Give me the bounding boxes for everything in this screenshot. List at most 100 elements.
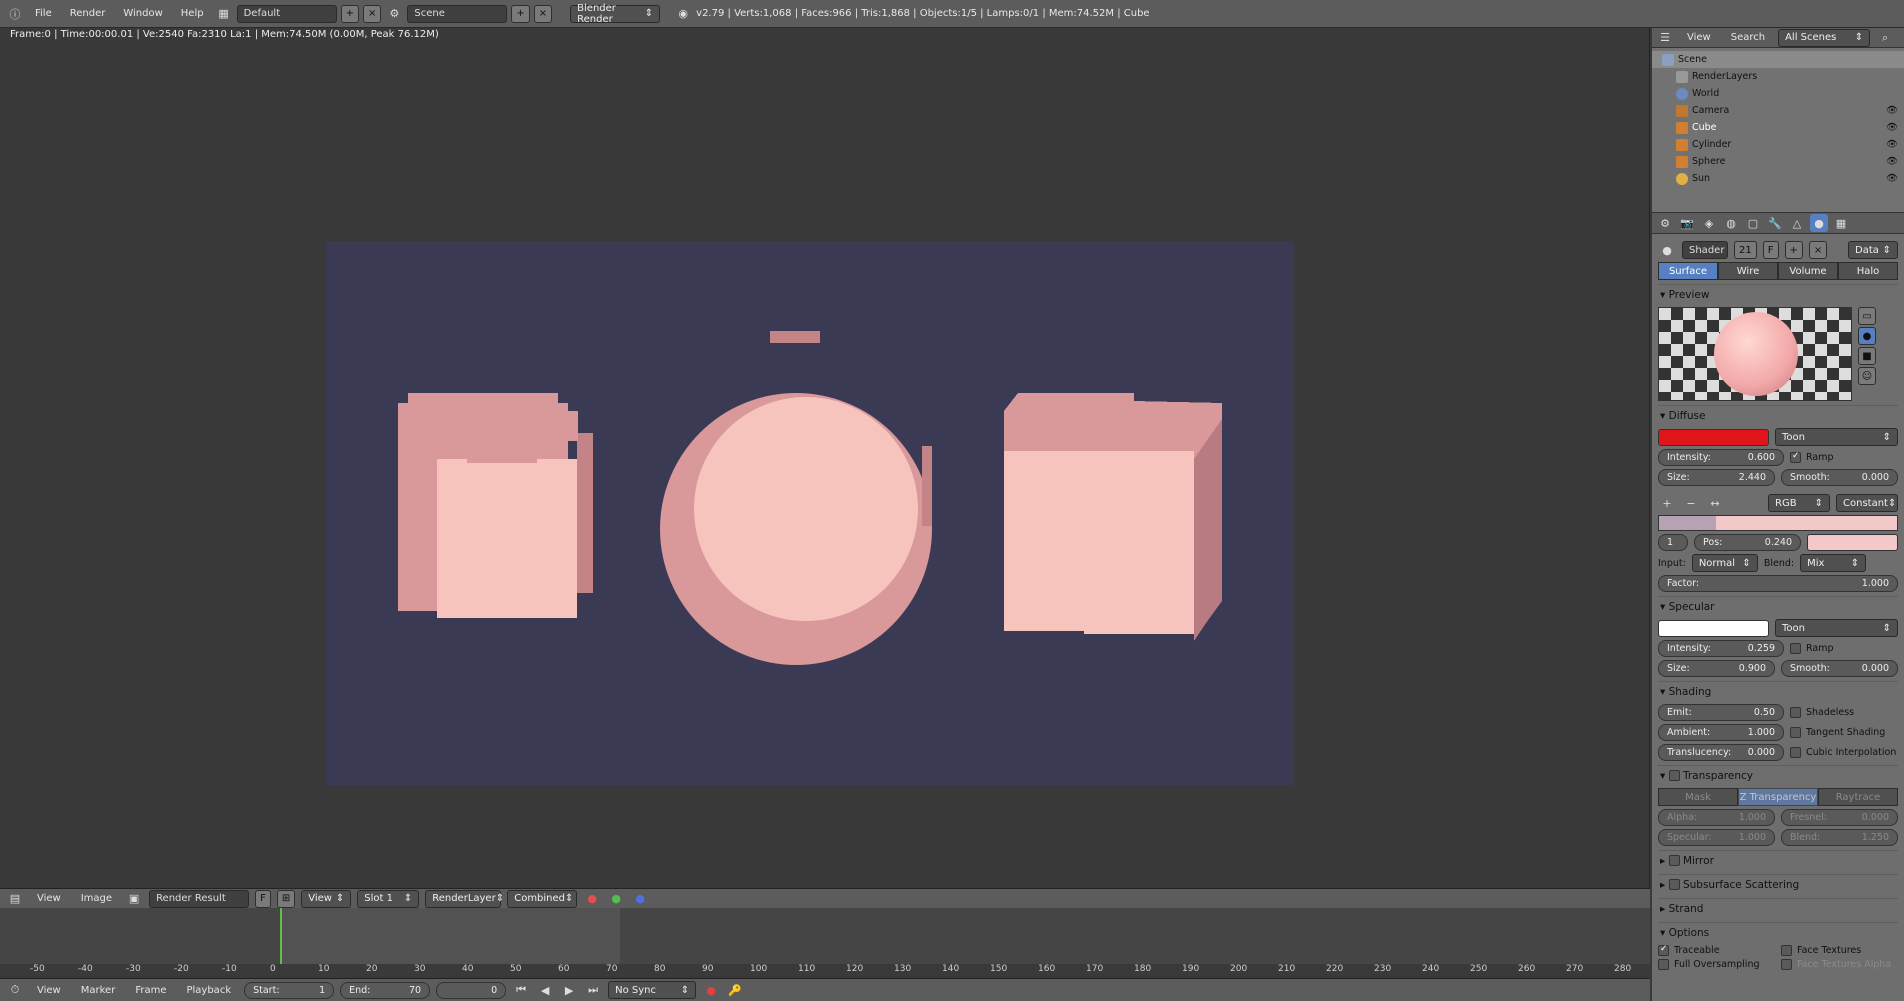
scene-tab-icon[interactable]: ◈ — [1700, 214, 1718, 232]
keying-set-icon[interactable]: 🔑 — [726, 981, 744, 999]
diffuse-size-field[interactable]: Size: 2.440 — [1658, 469, 1775, 486]
diffuse-smooth-field[interactable]: Smooth: 0.000 — [1781, 469, 1898, 486]
users-count[interactable]: 21 — [1734, 241, 1757, 259]
ramp-factor-field[interactable]: Factor: 1.000 — [1658, 575, 1898, 592]
info-editor-icon[interactable]: ⓘ — [6, 5, 24, 23]
outliner-item-scene[interactable]: Scene — [1652, 51, 1904, 68]
ramp-stop-color[interactable] — [1807, 534, 1898, 551]
preview-cube-icon[interactable]: ■ — [1858, 347, 1876, 365]
specular-intensity-field[interactable]: Intensity: 0.259 — [1658, 640, 1784, 657]
outliner-item-cube[interactable]: Cube 👁 — [1652, 119, 1904, 136]
timeline-editor-icon[interactable]: ⏱ — [6, 981, 24, 999]
transparency-panel-header[interactable]: ▾ Transparency — [1658, 765, 1898, 785]
view-mode-dropdown[interactable]: View ⇕ — [301, 889, 352, 908]
tl-menu-playback[interactable]: Playback — [179, 985, 238, 996]
editor-type-icon[interactable]: ▤ — [6, 890, 24, 908]
flip-ramp-icon[interactable]: ↔ — [1706, 494, 1724, 512]
diffuse-intensity-field[interactable]: Intensity: 0.600 — [1658, 449, 1784, 466]
fake-user-button[interactable]: F — [255, 889, 271, 908]
tab-halo[interactable]: Halo — [1838, 262, 1898, 280]
diffuse-ramp-checkbox[interactable]: Ramp — [1790, 451, 1898, 463]
outliner-menu-view[interactable]: View — [1680, 32, 1718, 43]
layout-field[interactable]: Default — [236, 4, 337, 23]
menu-window[interactable]: Window — [116, 8, 169, 19]
add-stop-icon[interactable]: + — [1658, 494, 1676, 512]
jump-end-icon[interactable]: ⏭ — [584, 981, 602, 999]
options-panel-header[interactable]: ▾ Options — [1658, 922, 1898, 942]
play-reverse-icon[interactable]: ◀ — [536, 981, 554, 999]
material-name-field[interactable]: Shader — [1682, 241, 1728, 259]
material-fake-user-button[interactable]: F — [1762, 241, 1779, 259]
outliner-item-sphere[interactable]: Sphere 👁 — [1652, 153, 1904, 170]
diffuse-panel-header[interactable]: ▾ Diffuse — [1658, 405, 1898, 425]
image-options-button[interactable]: ⊞ — [276, 889, 296, 908]
shading-panel-header[interactable]: ▾ Shading — [1658, 681, 1898, 701]
tl-menu-view[interactable]: View — [30, 985, 68, 996]
outliner-item-cylinder[interactable]: Cylinder 👁 — [1652, 136, 1904, 153]
visibility-eye-icon[interactable]: 👁 — [1886, 105, 1898, 116]
scene-field[interactable]: Scene — [407, 4, 508, 23]
specular-color-swatch[interactable] — [1658, 619, 1769, 637]
outliner-search-icon[interactable]: ⌕ — [1876, 29, 1894, 47]
preview-sphere-icon[interactable]: ● — [1858, 327, 1876, 345]
current-frame-marker[interactable] — [280, 908, 282, 968]
ambient-field[interactable]: Ambient: 1.000 — [1658, 724, 1784, 741]
render-engine-dropdown[interactable]: Blender Render ⇕ — [570, 3, 661, 25]
material-tab-icon[interactable]: ● — [1810, 214, 1828, 232]
ramp-input-dropdown[interactable]: Normal ⇕ — [1691, 554, 1758, 572]
outliner-item-world[interactable]: World — [1652, 85, 1904, 102]
traceable-checkbox[interactable]: Traceable — [1658, 944, 1775, 956]
diffuse-shader-dropdown[interactable]: Toon ⇕ — [1775, 428, 1898, 446]
timeline-area[interactable] — [0, 908, 1650, 968]
transparency-blend-field[interactable]: Blend: 1.250 — [1781, 829, 1898, 846]
channel-red-icon[interactable]: ● — [583, 890, 601, 908]
cubic-interpolation-checkbox[interactable]: Cubic Interpolation — [1790, 747, 1898, 758]
tl-menu-marker[interactable]: Marker — [74, 985, 123, 996]
slot-dropdown[interactable]: Slot 1 ⇕ — [357, 889, 420, 908]
play-icon[interactable]: ▶ — [560, 981, 578, 999]
outliner-filter-dropdown[interactable]: All Scenes ⇕ — [1778, 28, 1871, 47]
new-material-button[interactable]: + — [1784, 241, 1803, 259]
sync-dropdown[interactable]: No Sync ⇕ — [608, 981, 697, 999]
transparency-specular-field[interactable]: Specular: 1.000 — [1658, 829, 1775, 846]
specular-smooth-field[interactable]: Smooth: 0.000 — [1781, 660, 1898, 677]
pass-dropdown[interactable]: Combined ⇕ — [507, 889, 578, 908]
image-name-field[interactable]: Render Result — [149, 889, 250, 908]
fresnel-field[interactable]: Fresnel: 0.000 — [1781, 809, 1898, 826]
visibility-eye-icon[interactable]: 👁 — [1886, 156, 1898, 167]
tab-volume[interactable]: Volume — [1778, 262, 1838, 280]
ramp-blend-dropdown[interactable]: Mix ⇕ — [1800, 554, 1867, 572]
texture-tab-icon[interactable]: ▦ — [1832, 214, 1850, 232]
preview-monkey-icon[interactable]: ☺ — [1858, 367, 1876, 385]
add-layout-button[interactable]: + — [340, 4, 359, 23]
visibility-eye-icon[interactable]: 👁 — [1886, 139, 1898, 150]
screen-layout-icon[interactable]: ▦ — [215, 5, 233, 23]
emit-field[interactable]: Emit: 0.50 — [1658, 704, 1784, 721]
transparency-mask-tab[interactable]: Mask — [1658, 788, 1738, 806]
ramp-pos-field[interactable]: Pos: 0.240 — [1694, 534, 1801, 551]
ramp-interpolation-dropdown[interactable]: Constant ⇕ — [1836, 494, 1898, 512]
sss-panel-header[interactable]: ▸ Subsurface Scattering — [1658, 874, 1898, 894]
translucency-field[interactable]: Translucency: 0.000 — [1658, 744, 1784, 761]
ramp-stop-index[interactable]: 1 — [1658, 534, 1688, 551]
color-ramp[interactable] — [1658, 515, 1898, 531]
menu-image[interactable]: Image — [74, 893, 119, 904]
preview-flat-icon[interactable]: ▭ — [1858, 307, 1876, 325]
specular-ramp-checkbox[interactable]: Ramp — [1790, 643, 1898, 654]
scene-icon[interactable]: ⚙ — [385, 5, 403, 23]
specular-panel-header[interactable]: ▾ Specular — [1658, 596, 1898, 616]
link-dropdown[interactable]: Data ⇕ — [1848, 241, 1898, 259]
shadeless-checkbox[interactable]: Shadeless — [1790, 707, 1898, 718]
image-browse-icon[interactable]: ▣ — [125, 890, 143, 908]
strand-panel-header[interactable]: ▸ Strand — [1658, 898, 1898, 918]
end-frame-field[interactable]: End: 70 — [340, 981, 431, 999]
transparency-raytrace-tab[interactable]: Raytrace — [1818, 788, 1898, 806]
tab-wire[interactable]: Wire — [1718, 262, 1778, 280]
specular-size-field[interactable]: Size: 0.900 — [1658, 660, 1775, 677]
menu-view[interactable]: View — [30, 893, 68, 904]
renderlayer-dropdown[interactable]: RenderLayer ⇕ — [425, 889, 504, 908]
specular-shader-dropdown[interactable]: Toon ⇕ — [1775, 619, 1898, 637]
ramp-color-mode-dropdown[interactable]: RGB ⇕ — [1768, 494, 1830, 512]
transparency-z-tab[interactable]: Z Transparency — [1738, 788, 1818, 806]
record-icon[interactable]: ● — [702, 981, 720, 999]
